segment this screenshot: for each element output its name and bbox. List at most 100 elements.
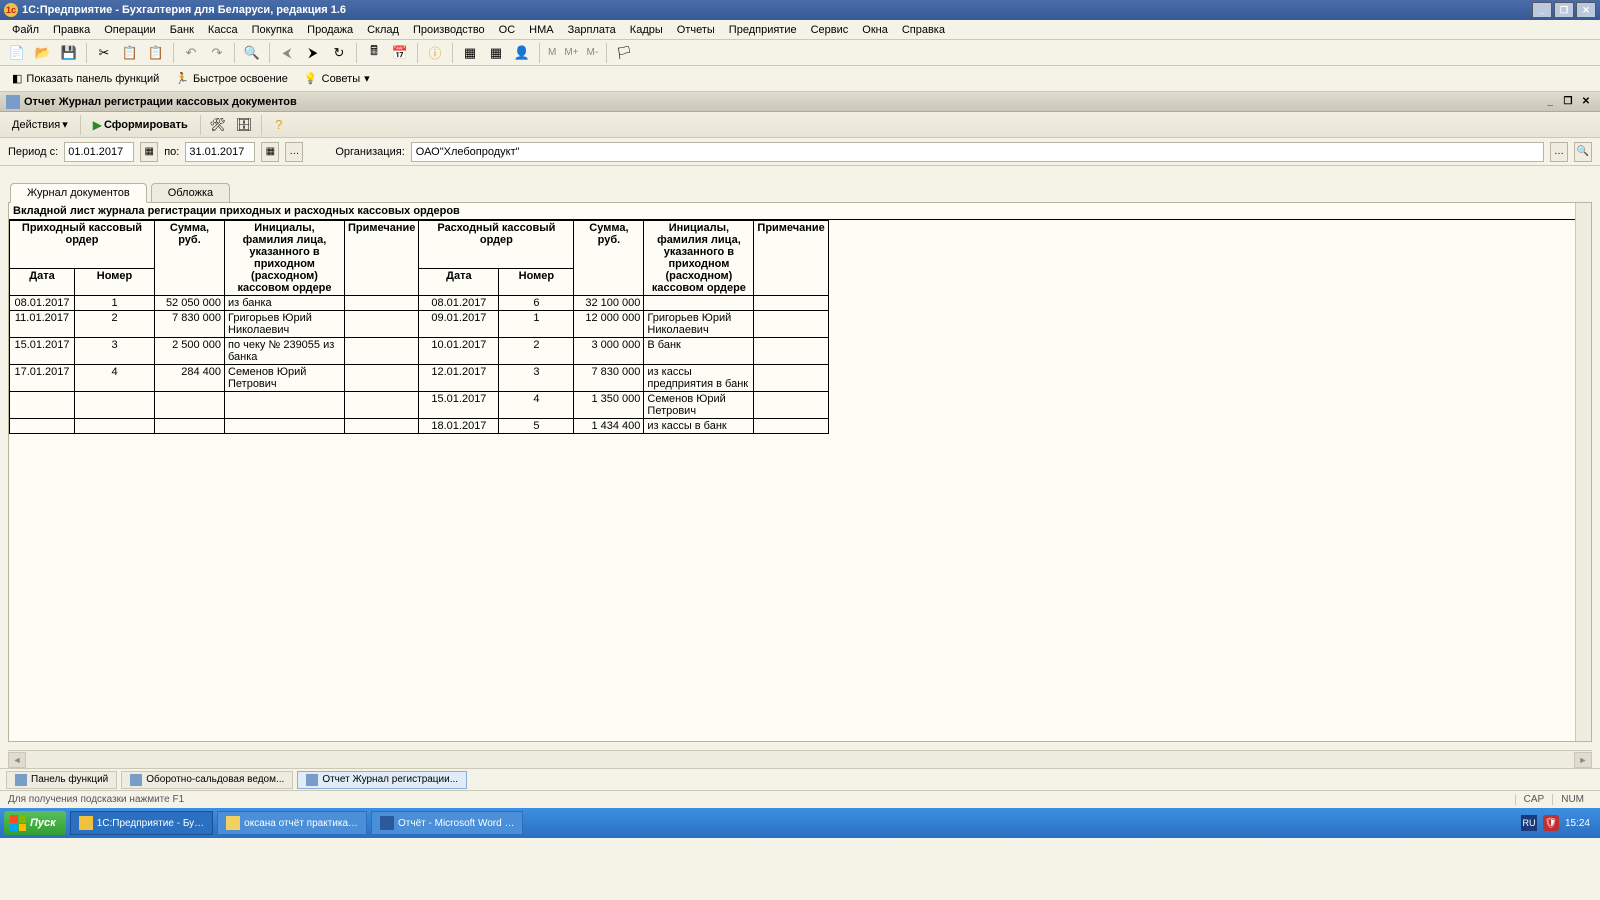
chevron-down-icon: ▾: [364, 72, 370, 85]
report-content[interactable]: Вкладной лист журнала регистрации приход…: [8, 202, 1592, 742]
tab-cover[interactable]: Обложка: [151, 183, 230, 202]
separator: [261, 115, 262, 135]
clock[interactable]: 15:24: [1565, 818, 1590, 829]
minimize-button[interactable]: _: [1532, 2, 1552, 18]
subwindow-header: Отчет Журнал регистрации кассовых докуме…: [0, 92, 1600, 112]
task-word[interactable]: Отчёт - Microsoft Word …: [371, 811, 523, 835]
generate-button[interactable]: ▶ Сформировать: [87, 116, 194, 134]
quick-start-button[interactable]: 🏃 Быстрое освоение: [169, 68, 294, 90]
m-plus-button[interactable]: M+: [562, 47, 580, 58]
lang-indicator[interactable]: RU: [1521, 815, 1537, 831]
settings-icon[interactable]: 🛠: [207, 114, 229, 136]
status-hint: Для получения подсказки нажмите F1: [8, 794, 184, 805]
menu-reports[interactable]: Отчеты: [671, 22, 721, 38]
paste-icon[interactable]: 📋: [145, 42, 167, 64]
sub-restore-button[interactable]: ❐: [1560, 95, 1576, 109]
doc-tab-report[interactable]: Отчет Журнал регистрации...: [297, 771, 467, 789]
menu-os[interactable]: ОС: [493, 22, 522, 38]
doc-tab-oborotno[interactable]: Оборотно-сальдовая ведом...: [121, 771, 293, 789]
m-minus-button[interactable]: M-: [585, 47, 601, 58]
scroll-right-icon[interactable]: ►: [1574, 752, 1592, 768]
task-folder[interactable]: оксана отчёт практика…: [217, 811, 367, 835]
period-from-label: Период с:: [8, 146, 58, 158]
document-tabs: Панель функций Оборотно-сальдовая ведом.…: [0, 768, 1600, 790]
menu-operations[interactable]: Операции: [98, 22, 161, 38]
menu-salary[interactable]: Зарплата: [562, 22, 622, 38]
sub-close-button[interactable]: ✕: [1578, 95, 1594, 109]
horizontal-scrollbar[interactable]: ◄ ►: [8, 750, 1592, 768]
nav-back-icon[interactable]: ⮜: [276, 42, 298, 64]
doc-icon: [130, 774, 142, 786]
task-1c[interactable]: 1С:Предприятие - Бу…: [70, 811, 213, 835]
nav-fwd-icon[interactable]: ⮞: [302, 42, 324, 64]
person-icon[interactable]: 👤: [511, 42, 533, 64]
date-to-calendar-icon[interactable]: ▦: [261, 142, 279, 162]
separator: [539, 43, 540, 63]
show-panel-functions-button[interactable]: ◧ Показать панель функций: [6, 68, 165, 90]
menu-sale[interactable]: Продажа: [301, 22, 359, 38]
menu-production[interactable]: Производство: [407, 22, 491, 38]
flag-icon[interactable]: 🏳: [613, 42, 635, 64]
save-icon[interactable]: 💾: [58, 42, 80, 64]
person-run-icon: 🏃: [175, 72, 189, 85]
col-date-in: Дата: [10, 269, 75, 296]
shield-icon[interactable]: 🛡: [1543, 815, 1559, 831]
table-row[interactable]: 08.01.2017152 050 000из банка08.01.20176…: [10, 296, 829, 311]
filter-icon[interactable]: 🗄: [233, 114, 255, 136]
sub-minimize-button[interactable]: _: [1542, 95, 1558, 109]
doc-tab-panel-functions[interactable]: Панель функций: [6, 771, 117, 789]
scroll-track[interactable]: [26, 752, 1574, 768]
copy-icon[interactable]: 📋: [119, 42, 141, 64]
table-row[interactable]: 18.01.201751 434 400из кассы в банк: [10, 419, 829, 434]
calc-icon[interactable]: 🖩: [363, 42, 385, 64]
status-num: NUM: [1552, 794, 1592, 805]
menu-enterprise[interactable]: Предприятие: [723, 22, 803, 38]
org-select-button[interactable]: …: [1550, 142, 1568, 162]
separator: [173, 43, 174, 63]
menu-edit[interactable]: Правка: [47, 22, 96, 38]
undo-icon[interactable]: ↶: [180, 42, 202, 64]
table-row[interactable]: 15.01.201741 350 000Семенов Юрий Петрови…: [10, 392, 829, 419]
close-button[interactable]: ✕: [1576, 2, 1596, 18]
menu-bank[interactable]: Банк: [164, 22, 200, 38]
grid2-icon[interactable]: ▦: [485, 42, 507, 64]
menu-service[interactable]: Сервис: [805, 22, 855, 38]
org-input[interactable]: [411, 142, 1544, 162]
calendar-icon[interactable]: 📅: [389, 42, 411, 64]
new-file-icon[interactable]: 📄: [6, 42, 28, 64]
col-person-in: Инициалы, фамилия лица, указанного в при…: [225, 221, 345, 296]
menu-windows[interactable]: Окна: [856, 22, 894, 38]
vertical-scrollbar[interactable]: [1575, 203, 1591, 741]
m-button[interactable]: M: [546, 47, 558, 58]
menu-warehouse[interactable]: Склад: [361, 22, 405, 38]
search-icon[interactable]: 🔍: [241, 42, 263, 64]
table-row[interactable]: 15.01.201732 500 000по чеку № 239055 из …: [10, 338, 829, 365]
scroll-left-icon[interactable]: ◄: [8, 752, 26, 768]
grid-icon[interactable]: ▦: [459, 42, 481, 64]
menu-help[interactable]: Справка: [896, 22, 951, 38]
menu-purchase[interactable]: Покупка: [246, 22, 300, 38]
period-to-label: по:: [164, 146, 179, 158]
table-row[interactable]: 17.01.20174284 400Семенов Юрий Петрович1…: [10, 365, 829, 392]
tips-button[interactable]: 💡 Советы ▾: [298, 68, 376, 90]
redo-icon[interactable]: ↷: [206, 42, 228, 64]
open-icon[interactable]: 📂: [32, 42, 54, 64]
menu-file[interactable]: Файл: [6, 22, 45, 38]
menu-personnel[interactable]: Кадры: [624, 22, 669, 38]
menu-nma[interactable]: НМА: [523, 22, 559, 38]
period-select-button[interactable]: …: [285, 142, 303, 162]
tab-journal[interactable]: Журнал документов: [10, 183, 147, 203]
table-row[interactable]: 11.01.201727 830 000Григорьев Юрий Никол…: [10, 311, 829, 338]
date-to-input[interactable]: [185, 142, 255, 162]
date-from-calendar-icon[interactable]: ▦: [140, 142, 158, 162]
actions-dropdown[interactable]: Действия ▾: [6, 116, 74, 133]
date-from-input[interactable]: [64, 142, 134, 162]
restore-button[interactable]: ❐: [1554, 2, 1574, 18]
cut-icon[interactable]: ✂: [93, 42, 115, 64]
refresh-icon[interactable]: ↻: [328, 42, 350, 64]
start-button[interactable]: Пуск: [4, 811, 66, 835]
org-search-icon[interactable]: 🔍: [1574, 142, 1592, 162]
help-icon[interactable]: ?: [268, 114, 290, 136]
menu-cash[interactable]: Касса: [202, 22, 244, 38]
info-icon[interactable]: ⓘ: [424, 42, 446, 64]
